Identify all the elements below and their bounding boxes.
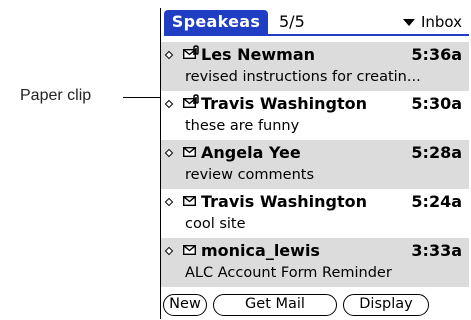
- paper-clip-callout-label: Paper clip: [20, 87, 92, 104]
- list-item[interactable]: monica_lewis 3:33a ALC Account Form Remind…: [161, 238, 469, 287]
- message-time: 5:28a: [411, 143, 462, 162]
- app-title-tab[interactable]: Speakeas: [164, 10, 268, 34]
- diamond-icon: [164, 246, 174, 256]
- envelope-icon: [183, 147, 196, 157]
- message-subject: these are funny: [185, 118, 300, 134]
- paper-clip-icon: [193, 45, 199, 55]
- message-time: 5:30a: [411, 94, 462, 113]
- new-button[interactable]: New: [163, 294, 207, 316]
- message-header-line: Travis Washington 5:24a: [161, 191, 469, 213]
- diamond-icon: [164, 197, 174, 207]
- message-time: 5:36a: [411, 45, 462, 64]
- message-time: 5:24a: [411, 192, 462, 211]
- message-subject: cool site: [185, 216, 246, 232]
- button-bar: New Get Mail Display: [161, 294, 469, 316]
- message-header-line: Angela Yee 5:28a: [161, 142, 469, 164]
- message-subject: review comments: [185, 167, 315, 183]
- diamond-icon: [164, 50, 174, 60]
- display-button[interactable]: Display: [343, 294, 429, 316]
- mail-screen: Speakeas 5/5 Inbox Les Newman 5:36a revise…: [160, 8, 469, 319]
- message-count: 5/5: [279, 12, 305, 31]
- message-sender: monica_lewis: [201, 241, 320, 260]
- message-subject: ALC Account Form Reminder: [185, 265, 392, 281]
- message-list: Les Newman 5:36a revised instructions for …: [161, 42, 469, 287]
- envelope-icon: [183, 245, 196, 255]
- paper-clip-icon: [193, 94, 199, 104]
- get-mail-button[interactable]: Get Mail: [213, 294, 337, 316]
- title-bar: Speakeas 5/5 Inbox: [161, 8, 469, 38]
- message-sender: Travis Washington: [201, 192, 367, 211]
- folder-name: Inbox: [420, 13, 462, 31]
- message-header-line: Les Newman 5:36a: [161, 44, 469, 66]
- list-item[interactable]: Les Newman 5:36a revised instructions for …: [161, 42, 469, 91]
- message-header-line: monica_lewis 3:33a: [161, 240, 469, 262]
- message-sender: Angela Yee: [201, 143, 301, 162]
- diamond-icon: [164, 99, 174, 109]
- message-sender: Les Newman: [201, 45, 316, 64]
- list-item[interactable]: Angela Yee 5:28a review comments: [161, 140, 469, 189]
- diamond-icon: [164, 148, 174, 158]
- title-rule: [164, 34, 469, 36]
- envelope-icon: [183, 196, 196, 206]
- message-header-line: Travis Washington 5:30a: [161, 93, 469, 115]
- folder-selector[interactable]: Inbox: [402, 11, 462, 33]
- message-subject: revised instructions for creatin...: [185, 69, 421, 85]
- message-sender: Travis Washington: [201, 94, 367, 113]
- dropdown-triangle-icon: [402, 18, 415, 26]
- paper-clip-callout-line: [123, 97, 165, 98]
- list-item[interactable]: Travis Washington 5:24a cool site: [161, 189, 469, 238]
- message-time: 3:33a: [411, 241, 462, 260]
- list-item[interactable]: Travis Washington 5:30a these are funny: [161, 91, 469, 140]
